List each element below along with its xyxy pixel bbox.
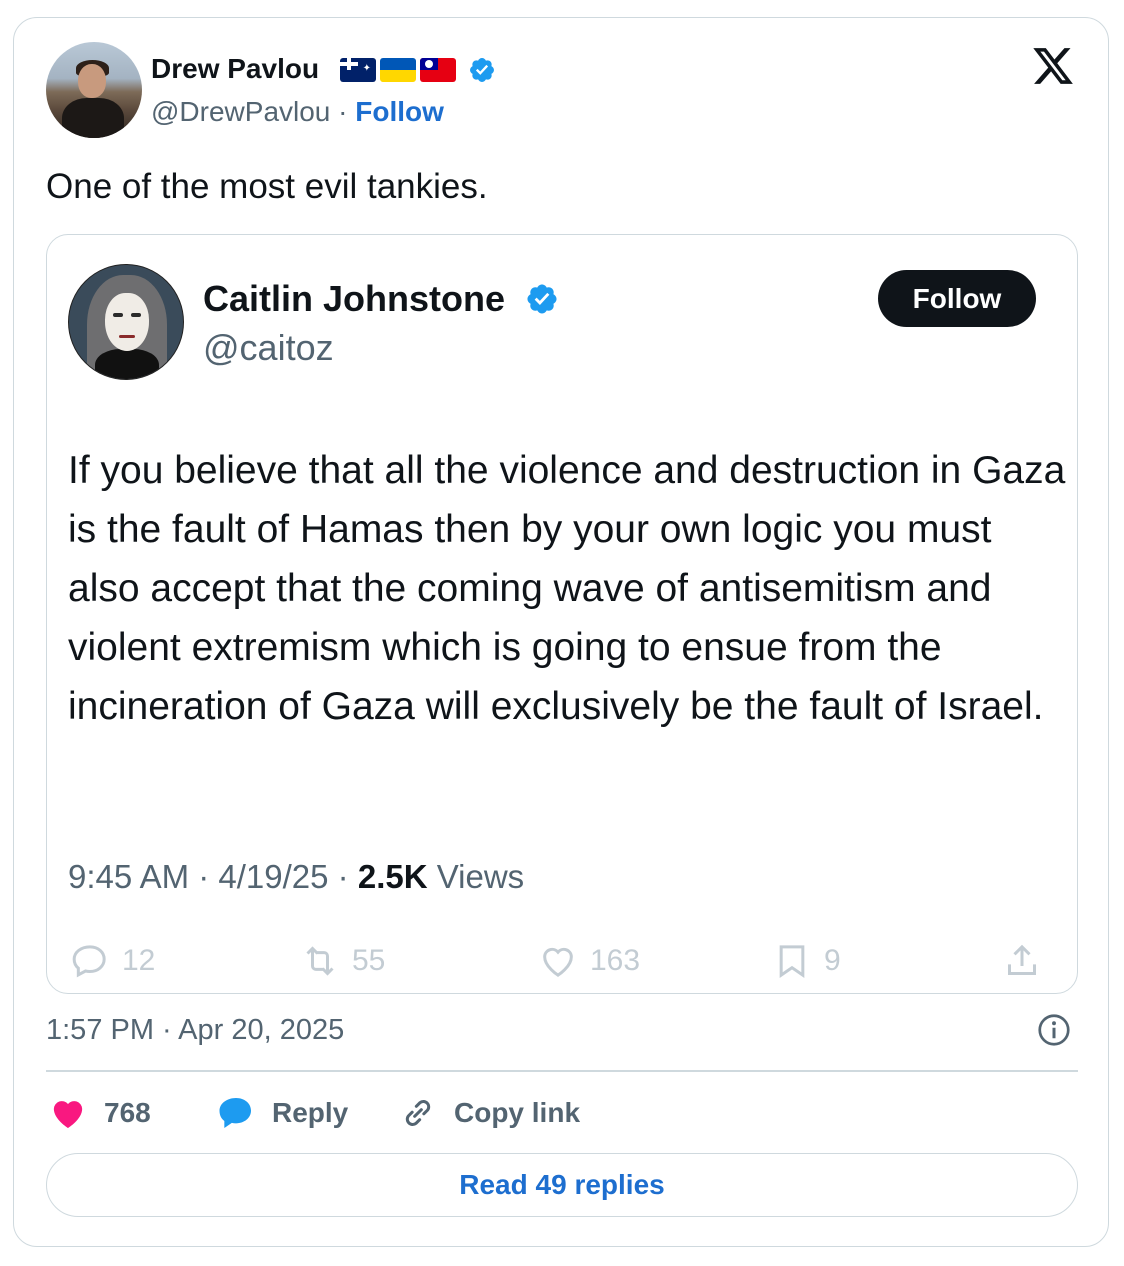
heart-icon — [543, 947, 573, 977]
author-flags — [340, 57, 456, 83]
quoted-repost-count: 55 — [352, 944, 386, 977]
quoted-bookmark-action[interactable]: 9 — [772, 938, 841, 984]
quoted-bookmark-count: 9 — [824, 944, 841, 977]
bookmark-icon — [779, 945, 805, 979]
quoted-tweet-text: If you believe that all the violence and… — [68, 449, 1066, 728]
reply-label: Reply — [272, 1097, 349, 1128]
quoted-follow-button[interactable]: Follow — [878, 270, 1036, 327]
tweet-timestamp[interactable]: 1:57 PM · Apr 20, 2025 — [46, 1012, 344, 1048]
quoted-views-count: 2.5K — [357, 858, 428, 895]
x-logo-icon[interactable] — [1030, 44, 1076, 88]
quoted-share-action[interactable] — [1002, 938, 1042, 984]
copy-link-label: Copy link — [454, 1097, 581, 1128]
read-replies-button[interactable]: Read 49 replies — [46, 1153, 1078, 1217]
meta-separator: · — [328, 858, 358, 895]
author-handle-line: @DrewPavlou · Follow — [151, 95, 444, 129]
author-avatar[interactable] — [46, 42, 142, 138]
quoted-reply-count: 12 — [122, 944, 156, 977]
quoted-reply-action[interactable]: 12 — [70, 938, 155, 984]
quoted-author-name[interactable]: Caitlin Johnstone — [203, 278, 505, 320]
quoted-time[interactable]: 9:45 AM — [68, 858, 189, 895]
author-name[interactable]: Drew Pavlou — [151, 52, 319, 86]
share-icon — [1008, 944, 1036, 975]
reply-action[interactable]: Reply — [216, 1092, 348, 1134]
info-icon[interactable] — [1036, 1012, 1072, 1048]
copy-link-action[interactable]: Copy link — [398, 1092, 580, 1134]
meta-separator: · — [189, 858, 219, 895]
quoted-action-bar: 12 55 163 9 — [68, 938, 1058, 984]
handle-separator: · — [338, 96, 356, 127]
quoted-like-count: 163 — [590, 944, 641, 977]
heart-icon — [53, 1101, 83, 1128]
quoted-repost-action[interactable]: 55 — [300, 938, 385, 984]
divider — [46, 1070, 1078, 1072]
verified-badge-icon — [470, 58, 494, 82]
like-count: 768 — [104, 1097, 151, 1128]
speech-bubble-icon — [219, 1098, 251, 1128]
tweet-text: One of the most evil tankies. — [46, 167, 488, 206]
quoted-author-avatar[interactable] — [68, 264, 184, 380]
australia-flag-icon — [340, 58, 376, 82]
quoted-date[interactable]: 4/19/25 — [218, 858, 328, 895]
like-action[interactable]: 768 — [48, 1092, 151, 1134]
quoted-views-label: Views — [436, 858, 525, 895]
follow-link[interactable]: Follow — [355, 96, 444, 127]
tweet-action-bar: 768 Reply Copy link — [46, 1092, 1078, 1134]
taiwan-flag-icon — [420, 58, 456, 82]
quoted-tweet-meta: 9:45 AM · 4/19/25 · 2.5K Views — [68, 857, 524, 897]
quoted-like-action[interactable]: 163 — [538, 938, 640, 984]
author-handle[interactable]: @DrewPavlou — [151, 96, 330, 127]
retweet-icon — [306, 946, 334, 976]
quoted-author-handle[interactable]: @caitoz — [203, 327, 334, 369]
ukraine-flag-icon — [380, 58, 416, 82]
speech-bubble-icon — [72, 945, 106, 978]
verified-badge-icon — [527, 284, 557, 314]
link-icon — [405, 1099, 431, 1127]
